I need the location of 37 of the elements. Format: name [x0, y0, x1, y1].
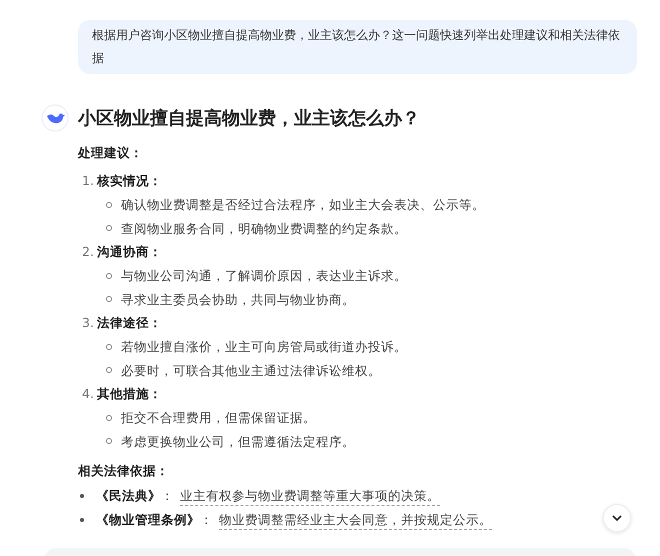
list-number: 3. [82, 314, 94, 332]
step-title: 法律途径： [96, 314, 162, 332]
bullet-icon [106, 202, 112, 208]
step-title: 核实情况： [96, 172, 162, 190]
step-point: 寻求业主委员会协助，共同与物业协商。 [121, 290, 355, 308]
step-point: 确认物业费调整是否经过合法程序，如业主大会表决、公示等。 [121, 196, 485, 214]
bullet-icon [106, 225, 112, 232]
scroll-down-button[interactable] [603, 504, 631, 532]
bullet-icon [106, 344, 112, 350]
bullet-icon [106, 296, 112, 302]
step-point: 考虑更换物业公司，但需遵循法定程序。 [121, 432, 355, 450]
answer-title: 小区物业擅自提高物业费，业主该怎么办？ [78, 107, 420, 130]
bullet-icon [106, 414, 112, 421]
law-text: 业主有权参与物业费调整等重大事项的决策。 [180, 486, 440, 506]
step-point: 拒交不合理费用，但需保留证据。 [121, 409, 316, 427]
step-title: 沟通协商： [96, 243, 162, 261]
step-title: 其他措施： [96, 385, 162, 403]
law-text: 物业费调整需经业主大会同意，并按规定公示。 [219, 510, 492, 530]
step-point: 必要时，可联合其他业主通过法律诉讼维权。 [121, 362, 381, 380]
law-name: 《民法典》 [96, 487, 161, 505]
bullet-icon [106, 367, 112, 374]
bullet-icon [106, 438, 112, 444]
list-number: 4. [82, 385, 94, 403]
step-point: 若物业擅自涨价，业主可向房管局或街道办投诉。 [121, 338, 407, 356]
step-point: 查阅物业服务合同，明确物业费调整的约定条款。 [121, 220, 407, 238]
user-message: 根据用户咨询小区物业擅自提高物业费，业主该怎么办？这一问题快速列举出处理建议和相关法律依据 [78, 20, 637, 74]
section-heading: 处理建议： [78, 144, 144, 162]
list-number: 2. [82, 243, 94, 261]
step-point: 与物业公司沟通，了解调价原因，表达业主诉求。 [121, 267, 407, 285]
section-heading: 相关法律依据： [78, 462, 170, 480]
law-name: 《物业管理条例》 [96, 511, 200, 529]
bullet-icon [80, 494, 84, 498]
colon: ： [161, 487, 174, 505]
bullet-icon [106, 272, 112, 279]
colon: ： [200, 511, 213, 529]
list-number: 1. [82, 172, 94, 190]
bullet-icon [80, 518, 84, 522]
